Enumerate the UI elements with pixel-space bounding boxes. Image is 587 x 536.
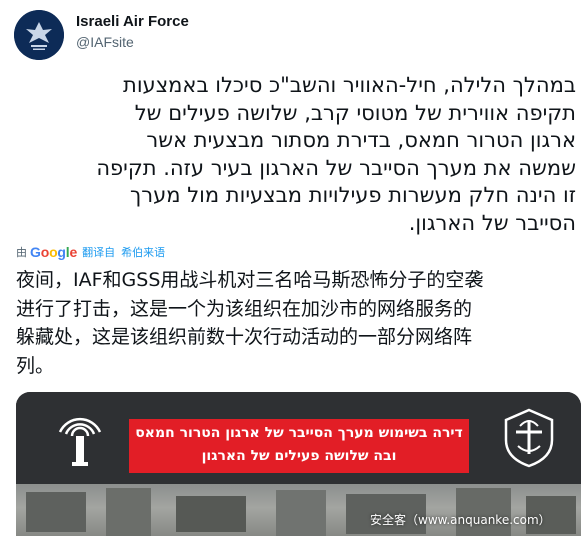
media-aerial-view [16, 484, 581, 536]
tweet-text-line: תקיפה אווירית של מטוסי קרב, שלושה פעילים… [134, 100, 576, 125]
translation-attribution: 由 Google 翻译自 希伯来语 [16, 243, 165, 261]
tweet-text-line: זו הינה חלק מעשרות פעילויות מבצעיות מול … [129, 183, 576, 207]
translated-by-label: 由 [16, 246, 27, 259]
translated-from-label[interactable]: 翻译自 [82, 244, 115, 260]
author-handle[interactable]: @IAFsite [76, 34, 134, 50]
idf-emblem-icon [500, 406, 558, 470]
tweet-text-line: במהלך הלילה, חיל-האוויר והשב"כ סיכלו באמ… [123, 73, 576, 97]
watermark: 安全客（www.anquanke.com） [370, 513, 551, 527]
translated-text-line: 夜间，IAF和GSS用战斗机对三名哈马斯恐怖分子的空袭 [16, 269, 484, 291]
tweet-text: במהלך הלילה, חיל-האוויר והשב"כ סיכלו באמ… [16, 72, 576, 237]
source-language-link[interactable]: 希伯来语 [121, 244, 165, 260]
tweet-text-line: הסייבר של הארגון. [408, 210, 576, 235]
translated-text: 夜间，IAF和GSS用战斗机对三名哈马斯恐怖分子的空袭 进行了打击，这是一个为该… [16, 266, 581, 380]
translated-text-line: 列。 [16, 354, 55, 377]
author-name[interactable]: Israeli Air Force [76, 13, 189, 30]
tweet-text-line: ארגון הטרור חמאס, בדירת מסתור מבצעית אשר [146, 128, 576, 152]
tweet-header: Israeli Air Force @IAFsite [14, 10, 574, 60]
google-logo: Google [30, 244, 78, 260]
avatar[interactable] [14, 10, 64, 60]
tweet-text-line: שמשה את מערך הסייבר של הארגון בעיר עזה. … [96, 155, 576, 180]
cyber-unit-logo-icon [52, 410, 108, 470]
banner-line-1: דירה בשימוש מערך הסייבר של ארגון הטרור ח… [135, 425, 463, 441]
banner-line-2: ובה שלושה פעילים של הארגון [201, 448, 397, 464]
translated-text-line: 进行了打击，这是一个为该组织在加沙市的网络服务的 [16, 297, 473, 320]
iaf-emblem-icon [14, 10, 64, 60]
media-banner: דירה בשימוש מערך הסייבר של ארגון הטרור ח… [129, 419, 469, 473]
translated-text-line: 躲藏处，这是该组织前数十次行动活动的一部分网络阵 [16, 326, 473, 348]
